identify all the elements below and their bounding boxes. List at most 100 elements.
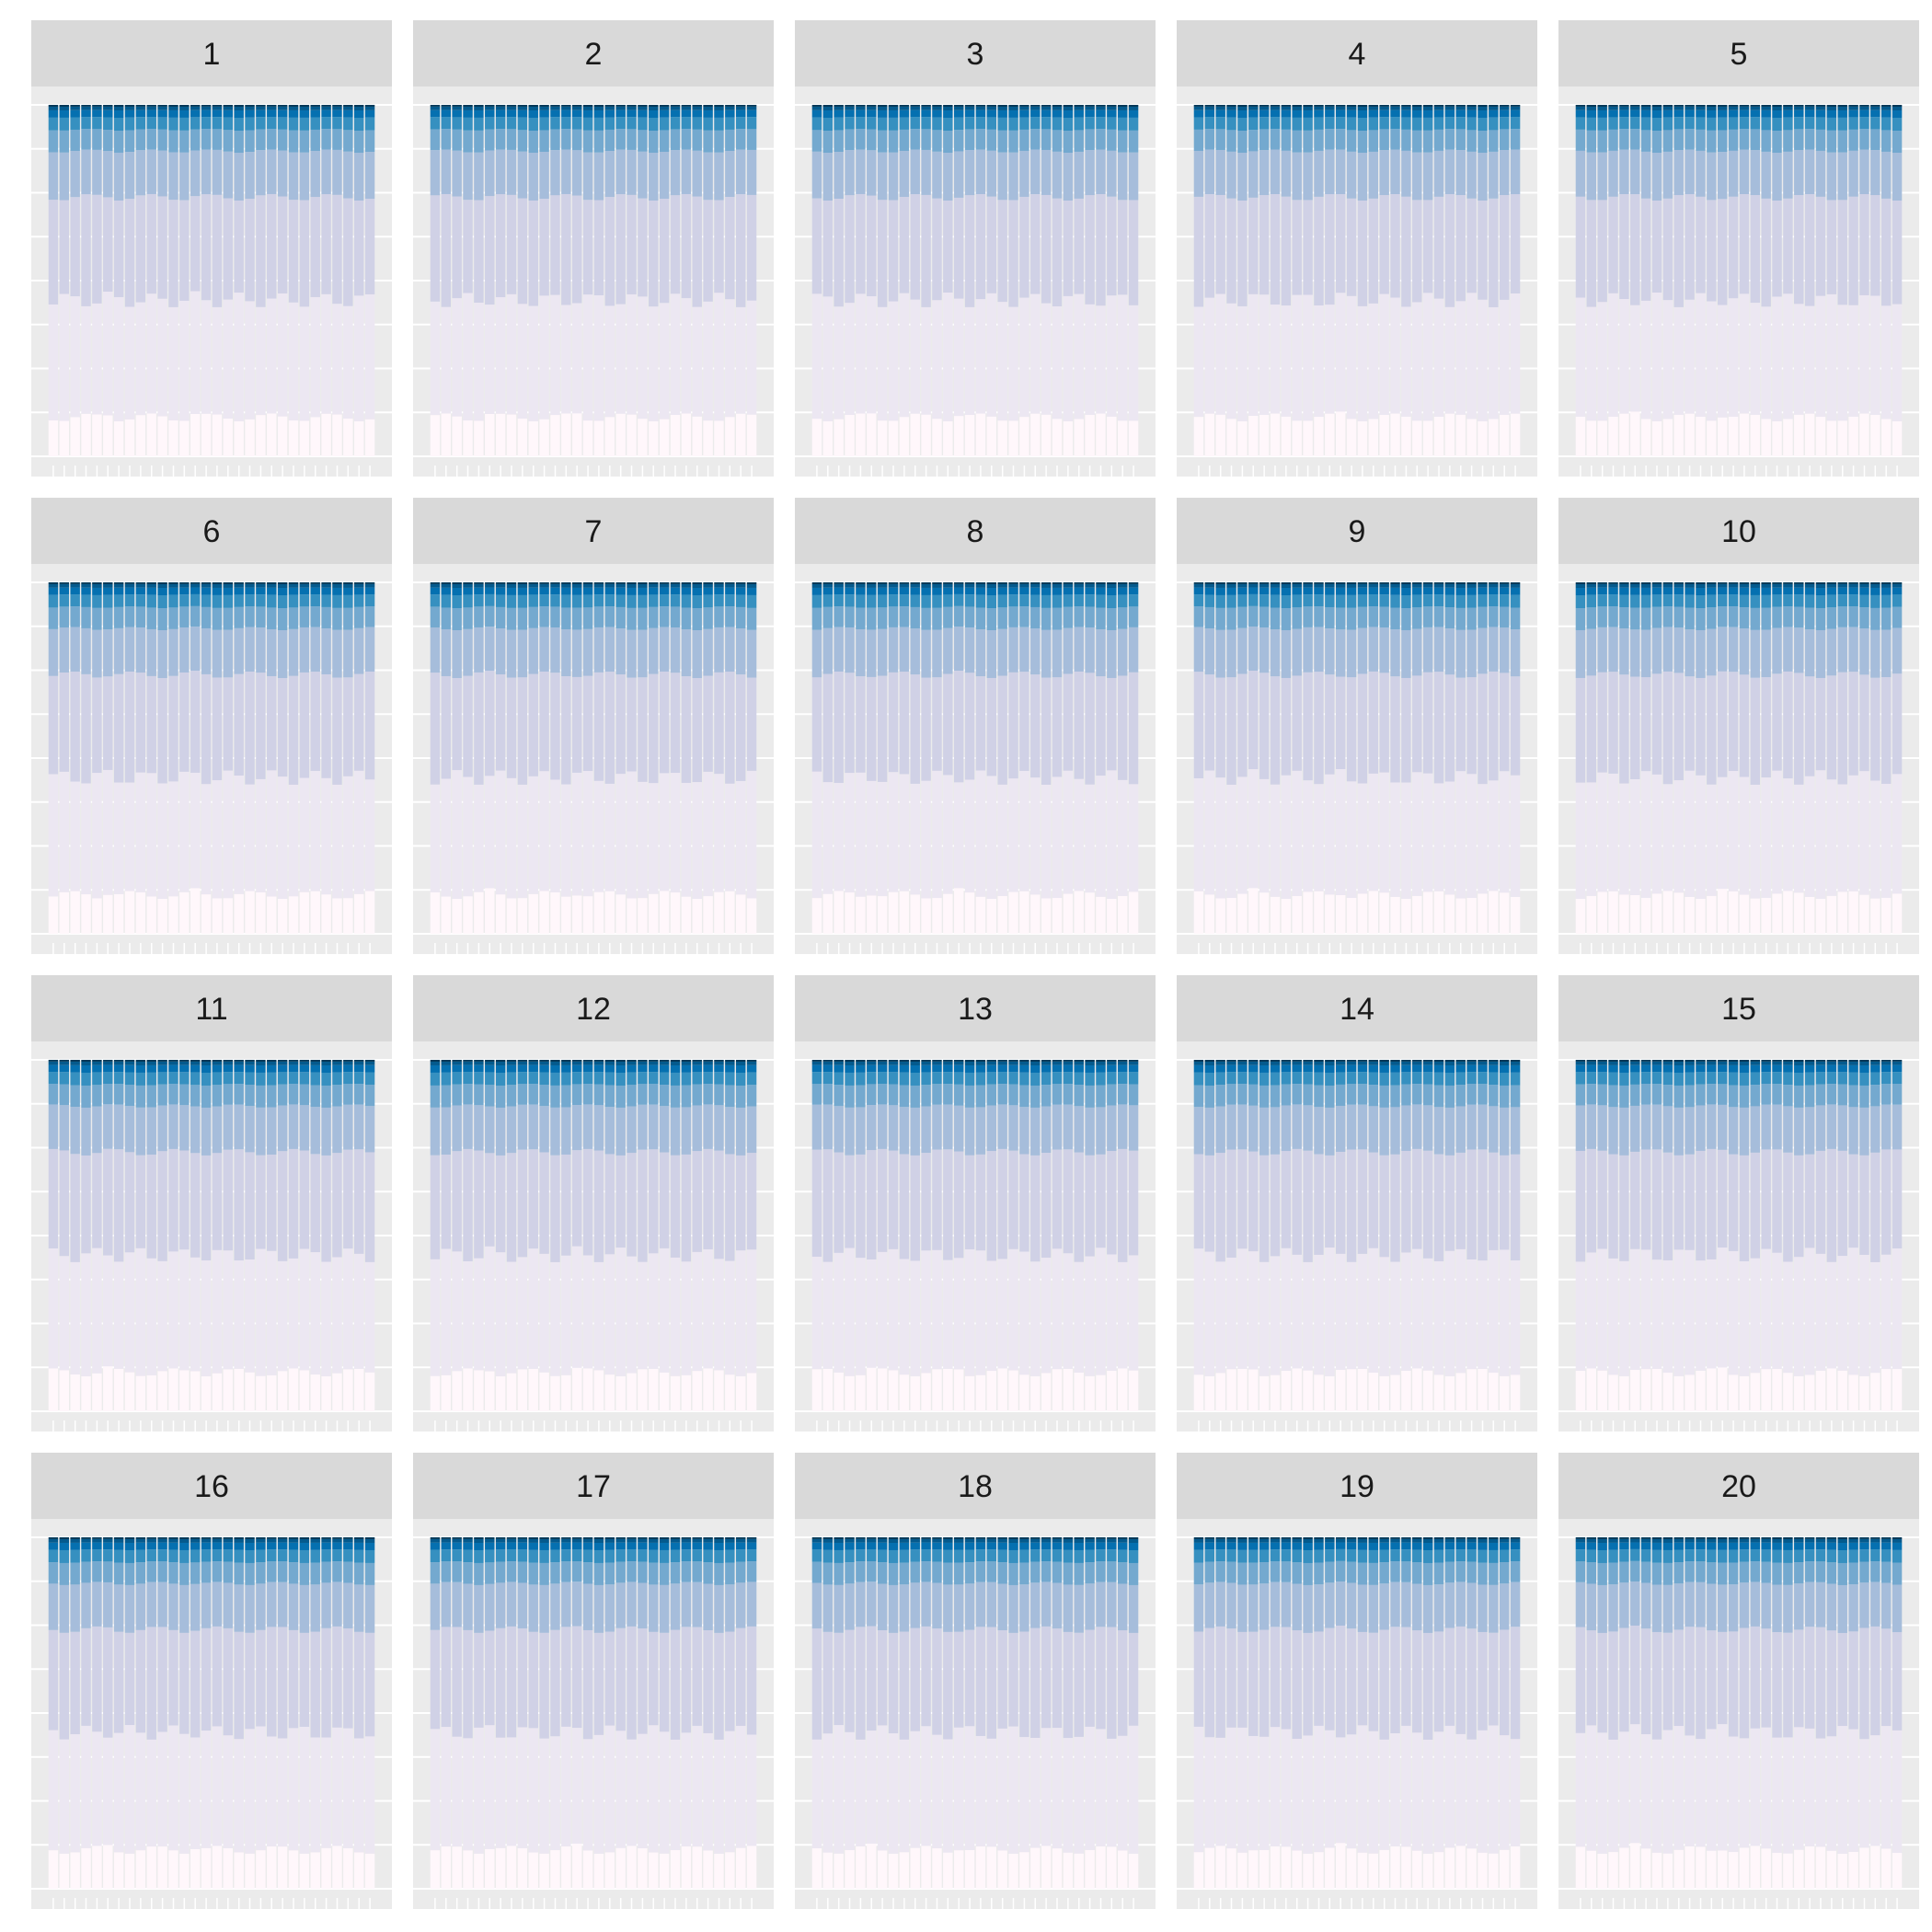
bar-segment-4 [921,1106,931,1154]
bar-segment-9 [1401,105,1411,107]
bar-segment-4 [1892,153,1903,201]
facet-panel-8: 8 [795,498,1156,954]
bar-segment-4 [1314,627,1324,673]
bar-segment-2 [1128,305,1139,421]
bar-segment-1 [714,1370,724,1411]
bar-segment-1 [1019,1374,1029,1411]
bar-segment-8 [1063,583,1074,588]
bar-segment-2 [332,784,342,899]
bar-segment-6 [1761,594,1771,608]
bar-segment-4 [1880,151,1892,199]
bar-segment-5 [1826,130,1837,153]
bar-segment-8 [615,1062,626,1065]
bar-segment-4 [179,1105,190,1151]
bar-segment-6 [92,117,102,130]
bar-segment-5 [1193,129,1204,151]
bar-segment-5 [1804,129,1815,150]
bar-segment-5 [1455,1085,1466,1107]
bar-9 [135,1060,146,1411]
bar-segment-2 [1575,782,1586,899]
bar-segment-5 [659,130,670,153]
bar-segment-3 [1739,674,1750,777]
bar-segment-9 [1696,582,1706,584]
bar-segment-4 [1204,1107,1215,1156]
bar-segment-9 [1455,582,1466,584]
bar-24 [1826,582,1837,934]
bar-8 [124,582,135,934]
bar-segment-2 [1772,296,1782,421]
bar-segment-3 [1630,676,1640,779]
bar-segment-8 [92,1061,102,1065]
bar-segment-7 [1085,1064,1095,1073]
bar-3 [1215,1060,1225,1411]
bar-segment-7 [223,109,234,118]
bar-segment-6 [1074,1072,1084,1086]
bar-segment-2 [103,1255,113,1367]
bar-segment-2 [1379,293,1389,415]
bar-segment-6 [1608,117,1618,130]
bar-segment-4 [856,149,866,194]
bar-segment-7 [168,1064,178,1073]
bar-segment-1 [1444,413,1455,456]
bar-segment-4 [1662,151,1673,199]
bar-segment-2 [1739,776,1750,895]
bar-segment-8 [539,106,549,110]
bar-segment-7 [1880,587,1892,595]
bar-segment-5 [735,129,746,150]
bar-segment-8 [452,1061,462,1065]
bar-segment-8 [1673,1062,1684,1065]
bar-segment-3 [517,198,528,305]
bar-segment-2 [571,1246,582,1368]
bar-segment-4 [1390,149,1400,195]
bar-segment-6 [256,594,266,607]
bar-segment-6 [1270,117,1281,130]
bar-segment-3 [1237,1149,1248,1249]
bar-segment-7 [725,1064,735,1073]
bar-segment-9 [277,105,288,107]
bar-segment-4 [1630,149,1640,195]
bar-9 [1281,1060,1292,1411]
bar-segment-6 [495,594,506,607]
bar-7 [1640,105,1651,456]
bar-segment-3 [212,194,223,307]
bar-segment-2 [81,305,91,414]
bar-segment-8 [1707,106,1717,110]
bar-segment-8 [811,106,822,110]
bar-segment-6 [234,594,244,607]
bar-segment-3 [834,671,844,783]
bar-segment-5 [1215,129,1225,150]
bar-segment-8 [593,583,604,588]
bar-segment-3 [1772,201,1782,297]
bar-segment-8 [168,583,178,588]
bar-segment-1 [1128,1370,1139,1411]
bar-segment-2 [1489,1249,1499,1374]
bar-segment-9 [539,582,549,584]
bar-segment-9 [1270,582,1281,584]
bar-segment-5 [1586,130,1597,153]
bar-segment-1 [1368,891,1379,934]
bar-segment-1 [1325,894,1335,934]
bar-segment-7 [81,587,91,595]
bar-segment-8 [1575,1061,1586,1065]
bar-segment-9 [1640,582,1651,584]
bar-segment-6 [692,117,702,130]
bar-segment-1 [168,420,178,456]
bar-segment-7 [659,587,670,595]
bar-segment-8 [856,106,866,110]
bar-segment-6 [1379,117,1389,130]
bar-segment-8 [1346,1061,1357,1065]
bar-segment-8 [157,584,167,588]
bar-segment-2 [593,294,604,421]
bar-segment-5 [168,1084,178,1105]
bar-segment-7 [1651,110,1662,118]
bar-segment-1 [1685,1374,1695,1411]
bar-23 [1815,582,1826,934]
bar-segment-3 [1717,671,1728,777]
bar-segment-8 [1117,106,1128,110]
bar-segment-4 [1750,1106,1761,1153]
bar-segment-1 [899,891,910,934]
bar-segment-2 [888,772,899,892]
bar-segment-2 [638,781,648,899]
bar-segment-5 [867,1084,877,1106]
bar-22 [659,105,670,456]
